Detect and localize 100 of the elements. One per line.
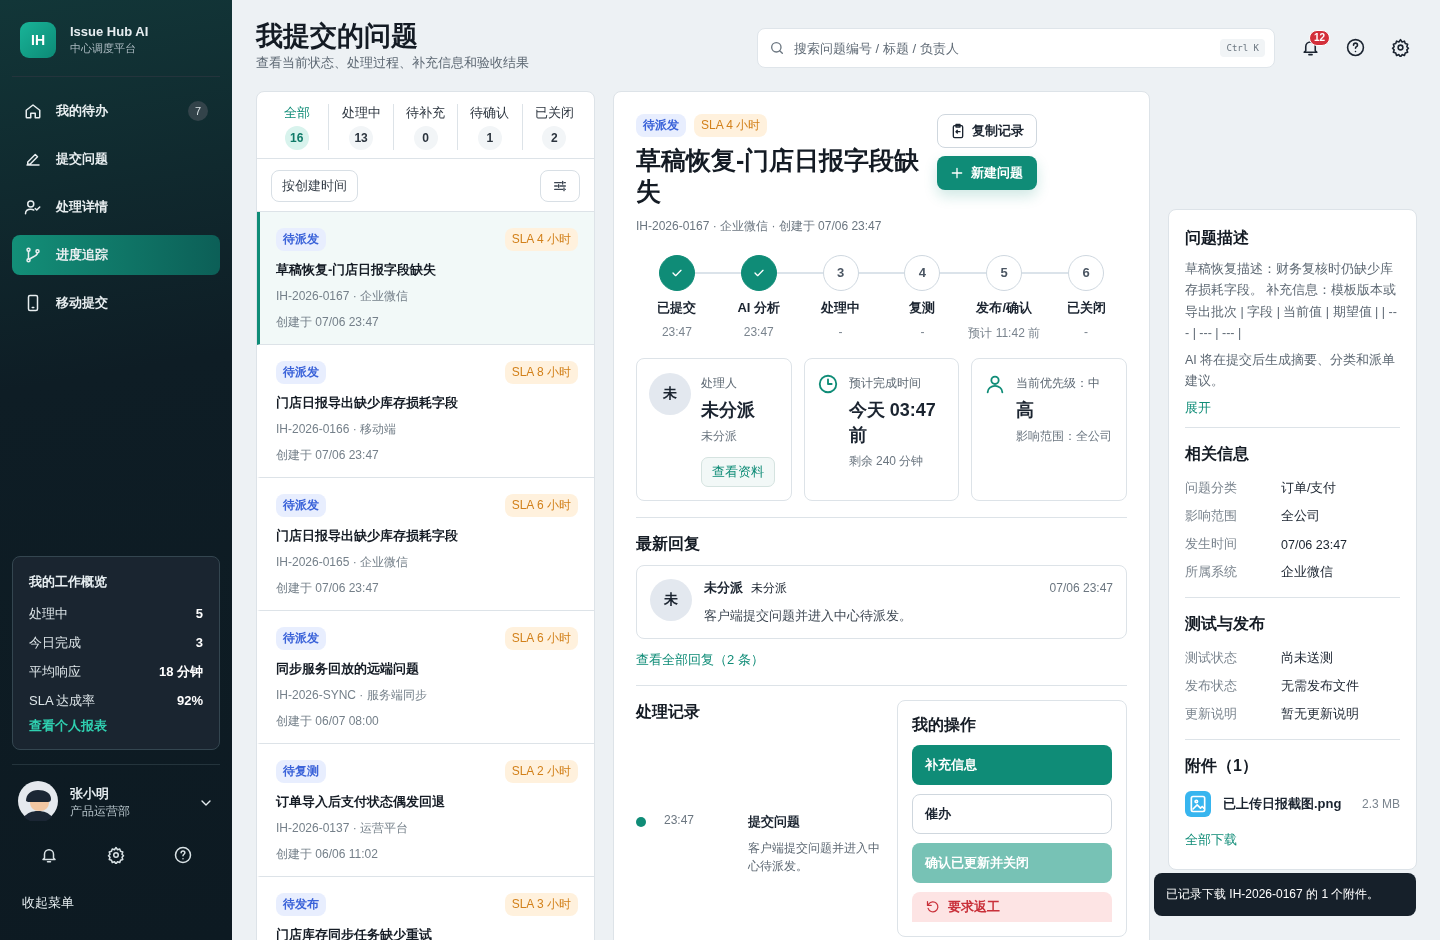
field-value: 全公司 — [1281, 508, 1320, 525]
stat-label: 处理中 — [29, 604, 68, 623]
image-file-icon — [1188, 793, 1208, 814]
field-value: 07/06 23:47 — [1281, 537, 1348, 552]
action-button[interactable]: 催办 — [912, 793, 1112, 834]
user-name: 张小明 — [70, 785, 110, 803]
count-badge: 7 — [188, 101, 208, 121]
status-tag: 待派发 — [276, 228, 326, 251]
nav-item[interactable]: 我的待办 7 — [12, 91, 220, 131]
issue-meta: IH-2026-0167 · 企业微信 · 创建于 07/06 23:47 — [636, 217, 883, 235]
attachment-item[interactable]: 已上传日报截图.png 2.3 MB — [1185, 786, 1400, 831]
copy-record-button[interactable]: 复制记录 — [937, 114, 1037, 148]
stat-label: 今日完成 — [29, 633, 81, 652]
view-profile-button[interactable]: 查看资料 — [701, 457, 775, 488]
page-title: 我提交的问题 — [256, 20, 419, 53]
sliders-icon — [552, 178, 568, 194]
issue-meta: IH-2026-0167 · 企业微信 — [276, 288, 410, 305]
action-button[interactable]: 补充信息 — [912, 744, 1112, 785]
section-title: 我的操作 — [912, 714, 977, 735]
card-detail: 剩余 240 分钟 — [848, 452, 925, 470]
card-value: 高 — [1016, 398, 1036, 422]
field-value: 尚未送测 — [1281, 650, 1333, 667]
created-time: 创建于 07/06 23:47 — [276, 580, 380, 597]
sla-tag: SLA 4 小时 — [504, 228, 578, 251]
expand-link[interactable]: 展开 — [1185, 398, 1211, 417]
sla-tag: SLA 6 小时 — [504, 494, 578, 517]
filter-tab[interactable]: 待确认 1 — [457, 104, 522, 150]
issue-item[interactable]: 待复测 SLA 2 小时 订单导入后支付状态偶发回退 IH-2026-0137 · 运营平台 创建于 06/06 11:02 — [257, 744, 594, 877]
filter-tab[interactable]: 待补充 0 — [392, 104, 458, 150]
section-title: 附件（1） — [1185, 755, 1259, 776]
filter-tab[interactable]: 已关闭 2 — [521, 104, 587, 150]
notification-badge: 12 — [1309, 30, 1331, 46]
issue-item[interactable]: 待派发 SLA 6 小时 门店日报导出缺少库存损耗字段 IH-2026-0165 · 企业微信 创建于 07/06 23:47 — [257, 478, 594, 611]
user-department: 产品运营部 — [70, 803, 131, 820]
sort-button[interactable]: 按创建时间 — [271, 170, 358, 202]
timeline-dot — [636, 816, 646, 827]
reply-time: 07/06 23:47 — [1049, 580, 1113, 595]
reply-role: 未分派 — [751, 579, 787, 597]
sla-tag: SLA 3 小时 — [504, 893, 578, 916]
new-issue-button[interactable]: 新建问题 — [937, 156, 1037, 190]
report-link[interactable]: 查看个人报表 — [29, 717, 203, 735]
stat-label: SLA 达成率 — [29, 691, 96, 710]
nav-item[interactable]: 进度追踪 — [12, 235, 220, 275]
avatar: 未 — [649, 372, 691, 415]
avatar: 未 — [650, 578, 692, 621]
plus-icon — [949, 165, 965, 181]
step-label: 复测 — [909, 298, 936, 317]
field-label: 更新说明 — [1185, 706, 1238, 723]
reply-text: 客户端提交问题并进入中心待派发。 — [704, 606, 913, 625]
clock-icon — [816, 372, 839, 395]
issue-item[interactable]: 待派发 SLA 6 小时 同步服务回放的远端问题 IH-2026-SYNC · 服务端同步 创建于 06/07 08:00 — [257, 611, 594, 744]
action-button[interactable]: 要求返工 — [912, 891, 1112, 922]
nav-item[interactable]: 处理详情 — [12, 187, 220, 227]
issue-title: 草稿恢复-门店日报字段缺失 — [276, 261, 438, 279]
nav-item[interactable]: 移动提交 — [12, 283, 220, 323]
step-label: AI 分析 — [737, 298, 781, 317]
field-label: 所属系统 — [1185, 564, 1238, 581]
step-number: 4 — [904, 254, 941, 291]
stat-value: 92% — [176, 693, 203, 708]
nav-item[interactable]: 提交问题 — [12, 139, 220, 179]
branch-icon — [24, 246, 42, 264]
section-title: 处理记录 — [636, 701, 701, 722]
app-subtitle: 中心调度平台 — [70, 41, 137, 56]
status-tag: 待派发 — [276, 361, 326, 384]
issue-meta: IH-2026-0137 · 运营平台 — [276, 820, 410, 837]
created-time: 创建于 06/06 11:02 — [276, 846, 379, 863]
help-icon[interactable] — [1346, 38, 1365, 57]
field-label: 发生时间 — [1185, 536, 1238, 553]
download-all-link[interactable]: 全部下载 — [1185, 830, 1237, 849]
sla-tag: SLA 4 小时 — [694, 114, 768, 137]
issue-item[interactable]: 待派发 SLA 4 小时 草稿恢复-门店日报字段缺失 IH-2026-0167 · 企业微信 创建于 07/06 23:47 — [257, 212, 594, 345]
toast-message: 已记录下载 IH-2026-0167 的 1 个附件。 — [1154, 873, 1416, 916]
settings-icon[interactable] — [1391, 38, 1410, 57]
field-value: 无需发布文件 — [1281, 678, 1359, 695]
section-title: 问题描述 — [1185, 228, 1250, 248]
issue-item[interactable]: 待派发 SLA 8 小时 门店日报导出缺少库存损耗字段 IH-2026-0166 · 移动端 创建于 07/06 23:47 — [257, 345, 594, 478]
avatar-icon — [18, 781, 58, 821]
collapse-menu-link[interactable]: 收起菜单 — [12, 864, 220, 940]
view-all-replies-link[interactable]: 查看全部回复（2 条） — [636, 650, 764, 669]
section-title: 测试与发布 — [1185, 613, 1266, 634]
filter-tab[interactable]: 全部 16 — [265, 104, 329, 150]
issue-title: 门店日报导出缺少库存损耗字段 — [276, 394, 459, 412]
overview-title: 我的工作概览 — [29, 573, 108, 591]
stat-value: 3 — [195, 635, 203, 650]
step-label: 处理中 — [821, 298, 861, 317]
filter-tab[interactable]: 处理中 13 — [328, 104, 393, 150]
step-time: 预计 11:42 前 — [968, 324, 1041, 342]
app-logo: IH — [20, 22, 56, 58]
card-label: 当前优先级：中 — [1016, 374, 1102, 392]
issue-title: 门店日报导出缺少库存损耗字段 — [276, 527, 459, 545]
step-time: 23:47 — [743, 324, 774, 339]
stat-value: 18 分钟 — [158, 662, 203, 681]
clipboard-icon — [950, 123, 966, 139]
section-title: 相关信息 — [1185, 443, 1250, 464]
filter-settings-button[interactable] — [540, 170, 580, 202]
status-tag: 待发布 — [276, 893, 326, 916]
record-title: 提交问题 — [748, 812, 801, 831]
bell-icon[interactable] — [40, 846, 59, 864]
file-name: 已上传日报截图.png — [1223, 794, 1343, 813]
field-label: 发布状态 — [1185, 678, 1238, 695]
